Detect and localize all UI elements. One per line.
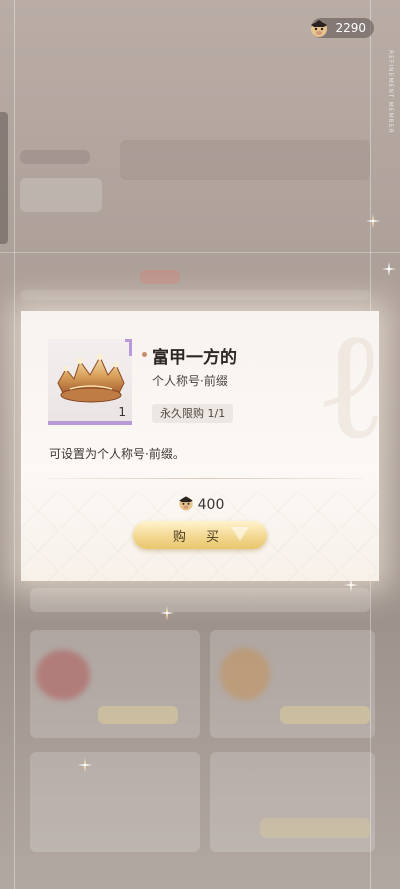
decorative-letter: ℓ xyxy=(315,311,379,473)
item-quantity: 1 xyxy=(118,405,126,419)
decorative-triangle xyxy=(231,527,249,541)
pig-mascot-coin-icon xyxy=(176,493,196,517)
side-vertical-text: REFINEMENT MEMBER xyxy=(387,50,394,134)
buy-button[interactable]: 购 买 xyxy=(133,521,267,549)
item-icon-frame: 1 xyxy=(48,339,132,425)
price-amount: 400 xyxy=(197,497,225,513)
buy-button-label: 购 买 xyxy=(172,529,228,545)
item-description: 可设置为个人称号·前缀。 xyxy=(49,447,185,461)
sparkle-icon xyxy=(78,758,92,772)
item-name: 富甲一方的 xyxy=(152,348,237,368)
sparkle-icon xyxy=(366,214,380,228)
currency-display[interactable]: 2290 xyxy=(311,18,374,38)
sparkle-icon xyxy=(382,262,396,276)
side-pull-tab[interactable] xyxy=(0,112,8,244)
divider xyxy=(49,478,365,479)
bullet-dot-icon xyxy=(142,352,147,357)
item-type: 个人称号·前缀 xyxy=(152,374,228,388)
purchase-limit-badge: 永久限购 1/1 xyxy=(152,404,234,423)
pig-mascot-coin-icon xyxy=(307,16,331,43)
price-display: 400 xyxy=(21,493,379,517)
currency-amount: 2290 xyxy=(335,21,366,35)
purchase-dialog: ℓ 1 富甲一方的 个人称号·前缀 永久限购 1/1 可设置为个人称号·前缀。 xyxy=(21,311,379,581)
sparkle-icon xyxy=(160,606,174,620)
